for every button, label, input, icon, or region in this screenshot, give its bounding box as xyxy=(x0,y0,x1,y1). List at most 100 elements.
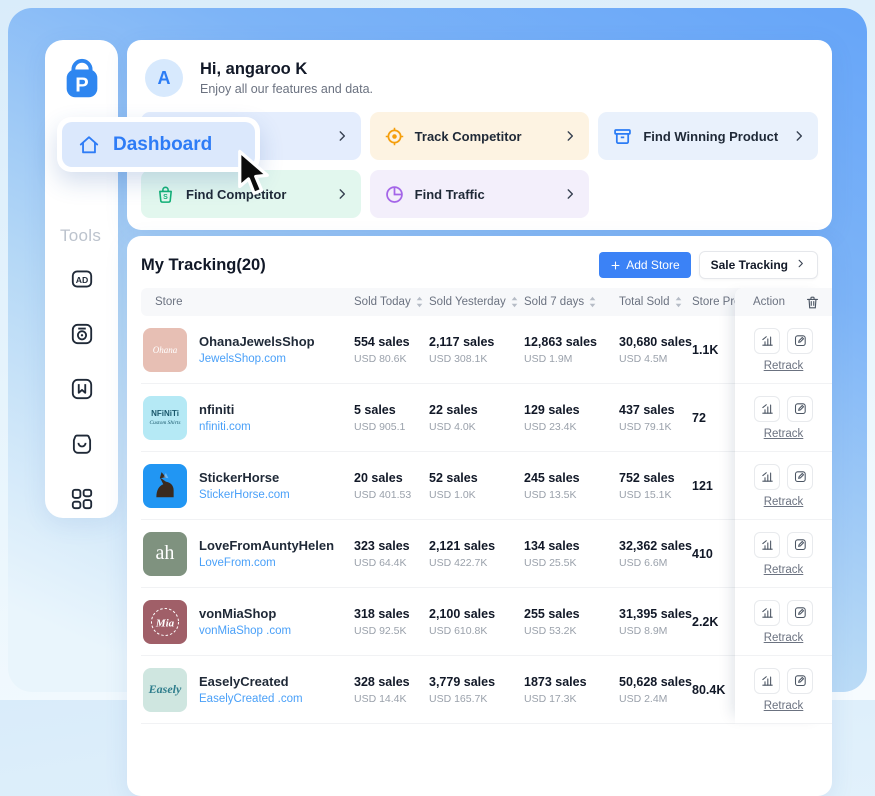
tracking-title: My Tracking(20) xyxy=(141,256,599,275)
analytics-button[interactable] xyxy=(754,464,780,490)
store-name: nfiniti xyxy=(199,402,251,417)
cursor-icon xyxy=(233,149,279,199)
dashboard-label: Dashboard xyxy=(113,134,212,156)
sort-icon[interactable] xyxy=(674,296,683,308)
table-row: OhanaOhanaJewelsShopJewelsShop.com554 sa… xyxy=(141,316,818,384)
chevron-right-icon xyxy=(563,187,577,201)
sold-today-cell: 323 salesUSD 64.4K xyxy=(354,539,429,569)
store-cell: NFiNiTiCustom Shirtsnfinitinfiniti.com xyxy=(141,396,354,440)
sort-icon[interactable] xyxy=(588,296,597,308)
col-header-label: Total Sold xyxy=(619,296,670,308)
sold-7-days-cell: 129 salesUSD 23.4K xyxy=(524,403,619,433)
store-domain-link[interactable]: JewelsShop.com xyxy=(199,353,315,365)
store-logo xyxy=(143,464,187,508)
greeting-subtitle: Enjoy all our features and data. xyxy=(200,82,373,96)
table-row: EaselyEaselyCreatedEaselyCreated .com328… xyxy=(141,656,818,724)
analytics-button[interactable] xyxy=(754,668,780,694)
sidebar-item-dashboard[interactable]: Dashboard xyxy=(57,117,260,172)
sold-yesterday-cell: 2,121 salesUSD 422.7K xyxy=(429,539,524,569)
store-cell: ah LoveFromAuntyHelen LoveFrom.com xyxy=(141,532,354,576)
action-cell: Retrack xyxy=(735,452,832,520)
edit-button[interactable] xyxy=(787,600,813,626)
greeting-title: Hi, angaroo K xyxy=(200,60,373,79)
feature-find-traffic[interactable]: Find Traffic xyxy=(370,170,590,218)
svg-text:P: P xyxy=(75,75,88,97)
retrack-link[interactable]: Retrack xyxy=(764,496,804,508)
svg-text:AD: AD xyxy=(75,275,88,285)
store-name: vonMiaShop xyxy=(199,606,291,621)
sold-yesterday-cell: 2,100 salesUSD 610.8K xyxy=(429,607,524,637)
dashboard-grid-icon[interactable] xyxy=(69,486,95,512)
chevron-right-icon xyxy=(795,258,806,272)
edit-button[interactable] xyxy=(787,532,813,558)
retrack-link[interactable]: Retrack xyxy=(764,564,804,576)
shop-bag-icon[interactable] xyxy=(69,431,95,457)
sold-today-cell: 554 salesUSD 80.6K xyxy=(354,335,429,365)
action-cell: Retrack xyxy=(735,656,832,724)
col-header-sold-7-days[interactable]: Sold 7 days xyxy=(524,296,619,308)
store-logo: Easely xyxy=(143,668,187,712)
analytics-button[interactable] xyxy=(754,600,780,626)
store-domain-link[interactable]: LoveFrom.com xyxy=(199,557,334,569)
col-header-sold-yesterday[interactable]: Sold Yesterday xyxy=(429,296,524,308)
add-store-label: Add Store xyxy=(626,258,679,272)
retrack-link[interactable]: Retrack xyxy=(764,700,804,712)
store-domain-link[interactable]: StickerHorse.com xyxy=(199,489,290,501)
pie-icon xyxy=(384,184,405,205)
sold-today-cell: 318 salesUSD 92.5K xyxy=(354,607,429,637)
sold-yesterday-cell: 3,779 salesUSD 165.7K xyxy=(429,675,524,705)
add-store-button[interactable]: Add Store xyxy=(599,252,690,278)
analytics-button[interactable] xyxy=(754,328,780,354)
retrack-link[interactable]: Retrack xyxy=(764,360,804,372)
edit-button[interactable] xyxy=(787,328,813,354)
app-logo[interactable]: P xyxy=(45,56,118,104)
trash-icon[interactable] xyxy=(805,295,820,310)
action-cell: Retrack xyxy=(735,520,832,588)
sold-yesterday-cell: 2,117 salesUSD 308.1K xyxy=(429,335,524,365)
retrack-link[interactable]: Retrack xyxy=(764,428,804,440)
sold-7-days-cell: 255 salesUSD 53.2K xyxy=(524,607,619,637)
store-cell: StickerHorseStickerHorse.com xyxy=(141,464,354,508)
svg-text:Mia: Mia xyxy=(155,617,175,629)
chevron-right-icon xyxy=(792,129,806,143)
sale-tracking-button[interactable]: Sale Tracking xyxy=(699,251,818,279)
bag-s-icon: S xyxy=(155,184,176,205)
product-research-icon[interactable] xyxy=(69,321,95,347)
edit-button[interactable] xyxy=(787,396,813,422)
action-column: Action RetrackRetrackRetrackRetrackRetra… xyxy=(735,288,832,724)
total-sold-cell: 437 salesUSD 79.1K xyxy=(619,403,692,433)
col-header-label: Sold Yesterday xyxy=(429,296,506,308)
analytics-button[interactable] xyxy=(754,396,780,422)
store-domain-link[interactable]: vonMiaShop .com xyxy=(199,625,291,637)
edit-button[interactable] xyxy=(787,464,813,490)
table-body: OhanaOhanaJewelsShopJewelsShop.com554 sa… xyxy=(141,316,818,724)
sold-yesterday-cell: 52 salesUSD 1.0K xyxy=(429,471,524,501)
col-header-total-sold[interactable]: Total Sold xyxy=(619,296,692,308)
action-cell: Retrack xyxy=(735,316,832,384)
store-name: LoveFromAuntyHelen xyxy=(199,538,334,553)
col-header-sold-today[interactable]: Sold Today xyxy=(354,296,429,308)
feature-track-competitor[interactable]: Track Competitor xyxy=(370,112,590,160)
sold-yesterday-cell: 22 salesUSD 4.0K xyxy=(429,403,524,433)
store-logo: Ohana xyxy=(143,328,187,372)
store-domain-link[interactable]: EaselyCreated .com xyxy=(199,693,303,705)
feature-find-winning-product[interactable]: Find Winning Product xyxy=(598,112,818,160)
retrack-link[interactable]: Retrack xyxy=(764,632,804,644)
table-row: Mia vonMiaShop vonMiaShop .com 318 salesUSD… xyxy=(141,588,818,656)
avatar: A xyxy=(145,59,183,97)
store-cell: Easely EaselyCreated EaselyCreated .com xyxy=(141,668,354,712)
chevron-right-icon xyxy=(335,187,349,201)
action-cell: Retrack xyxy=(735,384,832,452)
store-logo: ah xyxy=(143,532,187,576)
store-name: EaselyCreated xyxy=(199,674,303,689)
chevron-right-icon xyxy=(335,129,349,143)
store-domain-link[interactable]: nfiniti.com xyxy=(199,421,251,433)
sort-icon[interactable] xyxy=(510,296,519,308)
table-row: NFiNiTiCustom Shirtsnfinitinfiniti.com5 … xyxy=(141,384,818,452)
ad-box-icon[interactable]: AD xyxy=(69,266,95,292)
edit-button[interactable] xyxy=(787,668,813,694)
sort-icon[interactable] xyxy=(415,296,424,308)
box-icon xyxy=(612,126,633,147)
bookmark-box-icon[interactable] xyxy=(69,376,95,402)
analytics-button[interactable] xyxy=(754,532,780,558)
